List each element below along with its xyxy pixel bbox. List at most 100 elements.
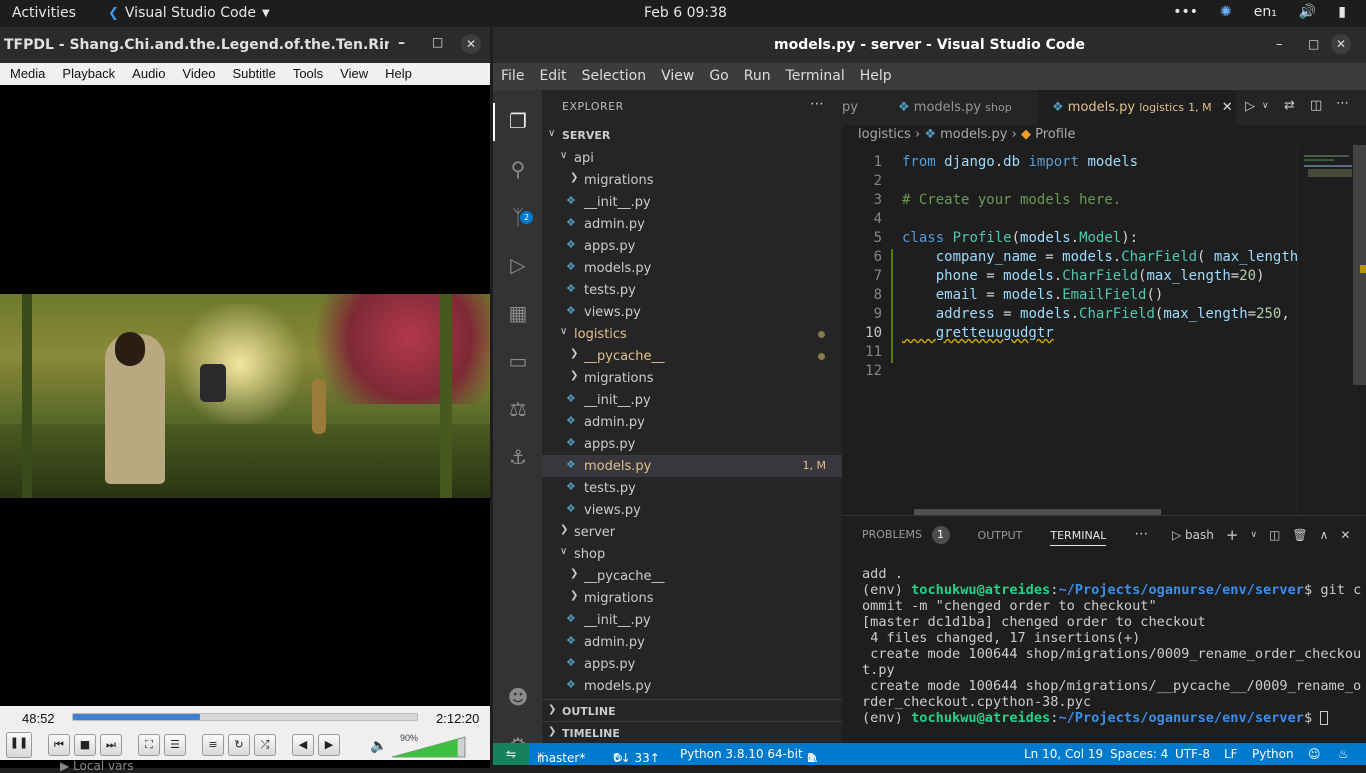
remote-explorer-icon[interactable]: ▭ [505, 348, 531, 374]
video-frame[interactable] [0, 294, 490, 498]
tab-logistics-models[interactable]: ❖ models.py logistics 1, M ✕ [1038, 90, 1236, 125]
menu-view[interactable]: View [653, 63, 701, 90]
add-terminal-icon[interactable]: + [1226, 526, 1239, 544]
maximize-icon[interactable]: □ [1308, 37, 1319, 51]
more-actions-icon[interactable]: ⋯ [1134, 526, 1148, 546]
run-debug-icon[interactable]: ▷ [505, 252, 531, 278]
vlc-titlebar[interactable]: TFPDL - Shang.Chi.and.the.Legend.of.the.… [0, 27, 490, 63]
folder-item[interactable]: ❯ migrations [542, 169, 842, 191]
speaker-icon[interactable]: 🔈 [370, 738, 387, 754]
docker-icon[interactable]: ⚓ [505, 444, 531, 470]
input-language[interactable]: en₁ [1254, 4, 1277, 20]
menu-selection[interactable]: Selection [574, 63, 654, 90]
indentation[interactable]: Spaces: 4 [1110, 747, 1168, 761]
outline-section[interactable]: ❯ OUTLINE [542, 699, 842, 721]
file-item[interactable]: ❖ models.py [542, 257, 842, 279]
folder-item[interactable]: ❯ server [542, 521, 842, 543]
minimize-icon[interactable]: – [1276, 37, 1283, 52]
file-item[interactable]: ❖ tests.py [542, 279, 842, 301]
folder-item[interactable]: ∨ logistics [542, 323, 842, 345]
menu-run[interactable]: Run [736, 63, 778, 90]
vscode-titlebar[interactable]: models.py - server - Visual Studio Code [493, 27, 1366, 63]
file-item[interactable]: ❖ apps.py [542, 235, 842, 257]
close-icon[interactable]: ✕ [1222, 100, 1233, 115]
feedback-icon[interactable]: ☺ [1308, 747, 1321, 761]
frame-step-button[interactable]: ▶ [318, 734, 340, 756]
file-item[interactable]: ❖ admin.py [542, 411, 842, 433]
file-item[interactable]: ❖ models.py [542, 675, 842, 697]
menu-edit[interactable]: Edit [531, 63, 573, 90]
close-icon[interactable]: ✕ [1340, 528, 1350, 542]
loop-button[interactable]: ↻ [228, 734, 250, 756]
extensions-icon[interactable]: ▦ [505, 300, 531, 326]
language-mode[interactable]: Python [1252, 747, 1294, 761]
next-button[interactable]: ⏭ [100, 734, 122, 756]
frame-back-button[interactable]: ◀ [292, 734, 314, 756]
clock[interactable]: Feb 6 09:38 [644, 5, 727, 21]
menu-go[interactable]: Go [701, 63, 735, 90]
search-icon[interactable]: ⚲ [505, 156, 531, 182]
cursor-position[interactable]: Ln 10, Col 19 [1024, 747, 1103, 761]
encoding[interactable]: UTF-8 [1175, 747, 1210, 761]
panel-tab-problems[interactable]: PROBLEMS 1 [862, 526, 950, 546]
vlc-menu-playback[interactable]: Playback [52, 63, 122, 85]
volume-slider[interactable]: 90% [391, 733, 466, 758]
vlc-menu-help[interactable]: Help [375, 63, 419, 85]
menu-file[interactable]: File [493, 63, 531, 90]
file-item[interactable]: ❖ __init__.py [542, 389, 842, 411]
stop-button[interactable]: ■ [74, 734, 96, 756]
chevron-up-icon[interactable]: ∧ [1320, 528, 1329, 542]
battery-icon[interactable]: ▮ [1338, 4, 1346, 20]
more-actions-icon[interactable]: ⋯ [810, 96, 824, 112]
vlc-menu-subtitle[interactable]: Subtitle [222, 63, 282, 85]
volume-icon[interactable]: 🔊 [1299, 4, 1316, 20]
previous-button[interactable]: ⏮ [48, 734, 70, 756]
close-icon[interactable]: ✕ [461, 34, 481, 54]
vlc-menu-tools[interactable]: Tools [283, 63, 330, 85]
close-icon[interactable]: ✕ [1331, 34, 1351, 54]
minimap[interactable] [1297, 145, 1366, 515]
shuffle-button[interactable]: ⤮ [254, 734, 276, 756]
account-icon[interactable]: ☻ [505, 684, 531, 710]
menu-terminal[interactable]: Terminal [778, 63, 852, 90]
run-file-icon[interactable]: ▷ [1245, 99, 1255, 114]
breadcrumb-folder[interactable]: logistics [858, 127, 911, 142]
menu-help[interactable]: Help [852, 63, 899, 90]
split-editor-icon[interactable]: ◫ [1310, 98, 1322, 113]
file-item[interactable]: ❖ views.py [542, 301, 842, 323]
trash-icon[interactable]: 🗑 [1292, 528, 1307, 542]
remote-indicator[interactable]: ⇋ [493, 743, 529, 765]
breadcrumb-symbol[interactable]: Profile [1035, 127, 1075, 142]
terminal-output[interactable]: add . (env) tochukwu@atreides:~/Projects/… [862, 566, 1362, 726]
more-icon[interactable]: ••• [1173, 4, 1198, 20]
file-item[interactable]: ❖ admin.py [542, 213, 842, 235]
folder-item[interactable]: ∨ shop [542, 543, 842, 565]
terminal-shell-select[interactable]: ▷ bash [1172, 528, 1214, 542]
file-item[interactable]: ❖ __init__.py [542, 191, 842, 213]
breadcrumb-file[interactable]: models.py [940, 127, 1007, 142]
chevron-down-icon[interactable]: ∨ [1250, 530, 1257, 540]
testing-icon[interactable]: ⚖ [505, 396, 531, 422]
file-item[interactable]: ❖ __init__.py [542, 609, 842, 631]
python-interpreter[interactable]: Python 3.8.10 64-bit [680, 747, 803, 761]
file-item[interactable]: ❖ models.py 1, M [542, 455, 842, 477]
split-terminal-icon[interactable]: ◫ [1269, 528, 1280, 542]
maximize-icon[interactable]: □ [432, 35, 443, 49]
folder-item[interactable]: ∨ api [542, 147, 842, 169]
file-item[interactable]: ❖ views.py [542, 499, 842, 521]
network-icon[interactable]: ✺ [1220, 4, 1232, 20]
panel-tab-terminal[interactable]: TERMINAL [1050, 526, 1107, 546]
file-item[interactable]: ❖ apps.py [542, 433, 842, 455]
extended-settings-button[interactable]: ☰ [164, 734, 186, 756]
open-changes-icon[interactable]: ⇄ [1284, 98, 1295, 113]
minimize-icon[interactable]: – [398, 35, 405, 51]
file-item[interactable]: ❖ admin.py [542, 631, 842, 653]
file-item[interactable]: ❖ apps.py [542, 653, 842, 675]
tab-shop-models[interactable]: ❖ models.py shop [884, 90, 1032, 125]
end-of-line[interactable]: LF [1224, 747, 1238, 761]
timeline-section[interactable]: ❯ TIMELINE [542, 721, 842, 743]
app-menu[interactable]: ❮ Visual Studio Code ▼ [108, 5, 270, 21]
folder-item[interactable]: ❯ migrations [542, 587, 842, 609]
chevron-down-icon[interactable]: ∨ [1262, 101, 1269, 111]
folder-item[interactable]: ❯ migrations [542, 367, 842, 389]
